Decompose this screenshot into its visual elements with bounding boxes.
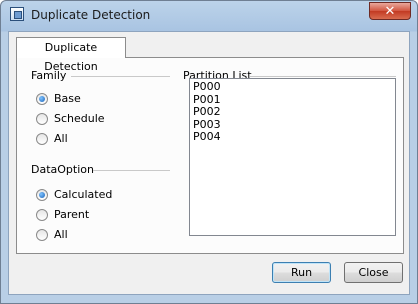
close-icon: ✕ xyxy=(384,4,396,19)
list-item[interactable]: P001 xyxy=(193,93,392,107)
radio-button[interactable] xyxy=(36,133,48,145)
radio-label: Schedule xyxy=(54,112,105,125)
list-item[interactable]: P002 xyxy=(193,106,392,119)
run-button[interactable]: Run xyxy=(272,262,331,283)
radio-label: Parent xyxy=(54,208,90,221)
app-icon xyxy=(10,7,24,21)
dataoption-group-divider xyxy=(93,170,170,171)
list-item[interactable]: P004 xyxy=(193,131,392,144)
window-title: Duplicate Detection xyxy=(31,8,151,22)
close-button[interactable]: Close xyxy=(344,262,403,283)
radio-label: All xyxy=(54,228,68,241)
family-group-divider xyxy=(71,76,170,77)
tab-duplicate-detection[interactable]: Duplicate Detection xyxy=(16,37,126,73)
tab-panel: Family Base Schedule All DataOption Calc… xyxy=(16,57,404,254)
close-window-button[interactable]: ✕ xyxy=(369,2,411,20)
radio-button[interactable] xyxy=(36,113,48,125)
radio-label: Calculated xyxy=(54,188,113,201)
dataoption-group-label: DataOption xyxy=(31,163,94,176)
radio-button[interactable] xyxy=(36,189,48,201)
list-item[interactable]: P000 xyxy=(193,80,392,94)
partition-listbox[interactable]: P000 P001 P002 P003 P004 xyxy=(189,78,396,236)
dialog-client-area: Duplicate Detection Family Base Schedule… xyxy=(8,31,410,295)
radio-button[interactable] xyxy=(36,229,48,241)
title-bar[interactable]: Duplicate Detection ✕ xyxy=(1,1,417,31)
radio-button[interactable] xyxy=(36,209,48,221)
radio-label: Base xyxy=(54,92,81,105)
dialog-window: Duplicate Detection ✕ Duplicate Detectio… xyxy=(0,0,418,304)
radio-button[interactable] xyxy=(36,93,48,105)
radio-label: All xyxy=(54,132,68,145)
partition-list-divider xyxy=(250,76,396,77)
list-item[interactable]: P003 xyxy=(193,118,392,132)
